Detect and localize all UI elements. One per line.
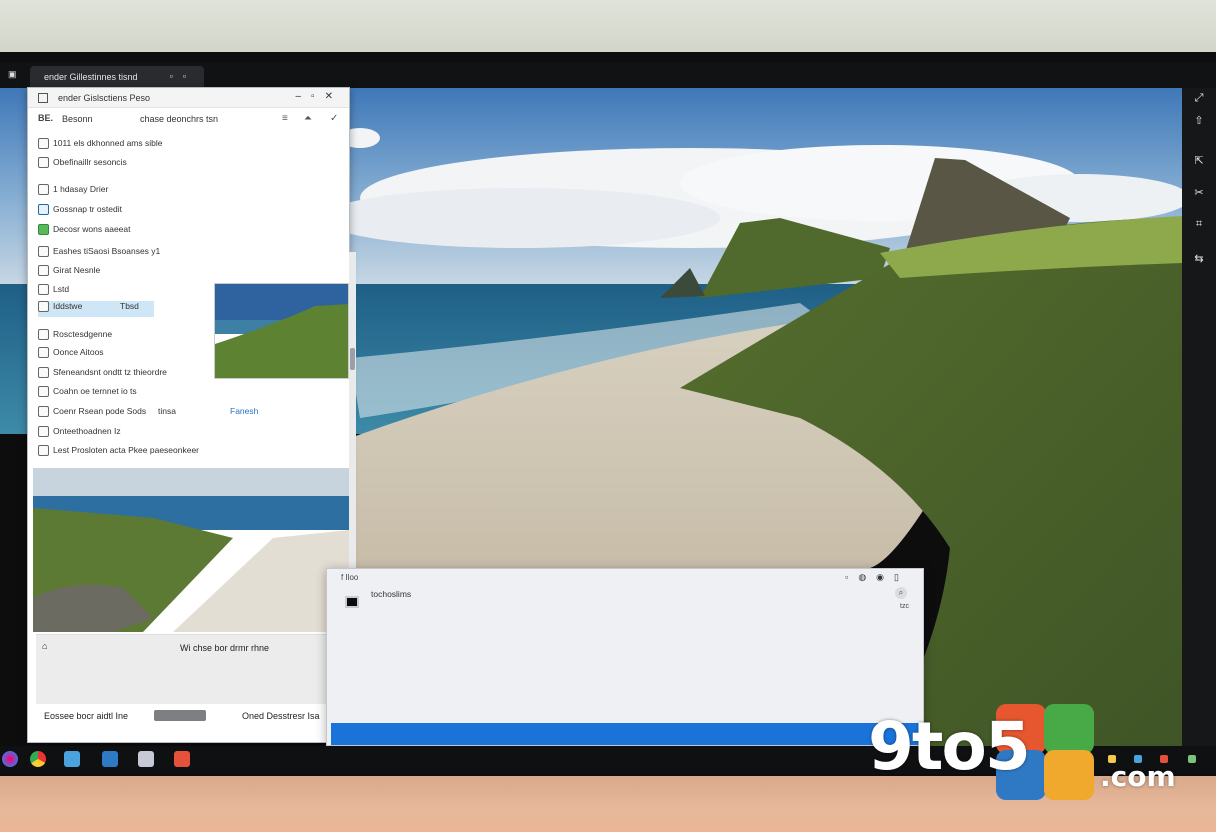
status-left: Eossee bocr aidtl Ine [44, 711, 129, 721]
dialog-progress-bar [331, 723, 919, 745]
tab-title: ender Gillestinnes tisnd [44, 72, 138, 82]
sort-icon[interactable]: ⏶ [304, 113, 312, 124]
list-item[interactable]: Girat Nesnle [38, 265, 338, 281]
list-item[interactable]: Decosr wons aaeeat [38, 224, 338, 240]
file-icon [38, 138, 49, 150]
file-icon [38, 224, 49, 236]
list-item[interactable]: Gossnap tr ostedit [38, 204, 338, 220]
preview-image[interactable] [33, 468, 349, 632]
explorer-title: ender Gislsctiens Peso [58, 93, 151, 103]
list-item[interactable]: Eashes tiSaosi Bsoanses y1 [38, 246, 338, 262]
explorer-toolbar: BE. Besonn chase deonchrs tsn ≡ ⏶ ✓ [28, 110, 349, 130]
explorer-statusbar: Eossee bocr aidtl Ine Oned Desstresr Isa [28, 704, 349, 728]
background-wall [0, 0, 1216, 52]
file-icon [38, 329, 49, 341]
status-progress [154, 710, 206, 721]
cut-icon[interactable]: ✂ [1182, 186, 1216, 199]
toolbar-label-b[interactable]: Besonn [62, 114, 93, 124]
list-item[interactable]: Lest Prosloten acta Pkee paeseonkeer [38, 445, 338, 461]
file-icon [38, 265, 49, 277]
folder-icon [38, 93, 48, 103]
beach-preview-image [33, 468, 349, 632]
file-explorer-window: ender Gislsctiens Peso –▫✕ BE. Besonn ch… [27, 87, 350, 743]
list-item-link[interactable]: Fanesh [230, 406, 258, 416]
system-menu-icon[interactable]: ▣ [8, 70, 17, 79]
footer-icon: ⌂ [42, 641, 48, 651]
status-right: Oned Desstresr Isa [242, 711, 320, 721]
window-tab-bar: ▣ ender Gillestinnes tisnd ▫▫ [0, 62, 1216, 88]
file-icon [38, 347, 49, 359]
dialog-window: f Iloo ▫◍◉▯ tochoslims ⌕ tzc [326, 568, 924, 746]
file-icon [38, 367, 49, 379]
tab-controls-icon[interactable]: ▫▫ [170, 71, 196, 81]
list-item-side: Tbsd [120, 301, 139, 311]
toolbar-label-c[interactable]: chase deonchrs tsn [140, 114, 218, 124]
explorer-icon[interactable] [64, 751, 80, 767]
crop-icon[interactable]: ⌗ [1182, 218, 1216, 231]
hill-thumbnail-image [215, 284, 348, 378]
app-tab[interactable]: ender Gillestinnes tisnd ▫▫ [30, 66, 204, 88]
file-icon [38, 284, 49, 296]
list-item[interactable]: Coenr Rsean pode Sods tinsa Fanesh [38, 406, 338, 422]
list-item[interactable]: Coahn oe ternnet io ts [38, 386, 338, 402]
window-controls-icon[interactable]: –▫✕ [296, 91, 344, 102]
check-icon[interactable]: ✓ [330, 113, 338, 124]
list-item[interactable]: 1 hdasay Drier [38, 184, 338, 200]
copilot-icon[interactable] [2, 751, 18, 767]
file-icon [38, 184, 49, 196]
list-item[interactable]: Obefinaillr sesoncis [38, 157, 338, 173]
view-icon[interactable]: ≡ [282, 113, 288, 124]
app-icon [345, 596, 359, 608]
scrollbar-thumb[interactable] [350, 348, 355, 370]
preview-footer: ⌂ Wi chse bor drmr rhne [36, 634, 328, 704]
list-item-selected[interactable]: Iddstwe Tbsd [38, 301, 154, 317]
explorer-titlebar: ender Gislsctiens Peso –▫✕ [28, 88, 349, 108]
share-icon[interactable]: ⇱ [1182, 154, 1216, 167]
file-icon [38, 157, 49, 169]
dialog-label: tochoslims [371, 589, 412, 599]
dialog-controls-icon[interactable]: ▫◍◉▯ [845, 572, 909, 583]
toolbar-label-a[interactable]: BE. [38, 113, 53, 123]
arrow-icon[interactable]: ⇆ [1182, 252, 1216, 265]
preview-thumbnail[interactable] [214, 283, 349, 379]
dialog-title: f Iloo [341, 573, 359, 582]
pin-icon[interactable]: ⇧ [1182, 114, 1216, 127]
watermark: 9to5 .com [868, 702, 1198, 802]
file-icon [38, 426, 49, 438]
list-item-side: tinsa [158, 406, 176, 416]
watermark-brand: 9to5 [868, 708, 1031, 785]
dialog-side-text: tzc [900, 603, 909, 610]
list-item[interactable]: Onteethoadnen Iz [38, 426, 338, 442]
list-item[interactable]: 1011 els dkhonned ams sible [38, 138, 338, 154]
file-icon [38, 386, 49, 398]
file-icon [38, 445, 49, 457]
file-icon [38, 204, 49, 216]
scrollbar[interactable] [349, 252, 356, 568]
watermark-suffix: .com [1100, 760, 1176, 793]
store-icon[interactable] [174, 751, 190, 767]
right-tool-rail: ⤢ ⇧ ⇱ ✂ ⌗ ⇆ [1182, 88, 1216, 746]
terminal-icon[interactable] [138, 751, 154, 767]
file-icon [38, 406, 49, 418]
expand-icon[interactable]: ⤢ [1182, 92, 1216, 105]
file-icon [38, 301, 49, 313]
mail-icon[interactable] [102, 751, 118, 767]
chrome-icon[interactable] [30, 751, 46, 767]
search-icon[interactable]: ⌕ [895, 587, 907, 599]
footer-text: Wi chse bor drmr rhne [180, 643, 270, 653]
file-icon [38, 246, 49, 258]
